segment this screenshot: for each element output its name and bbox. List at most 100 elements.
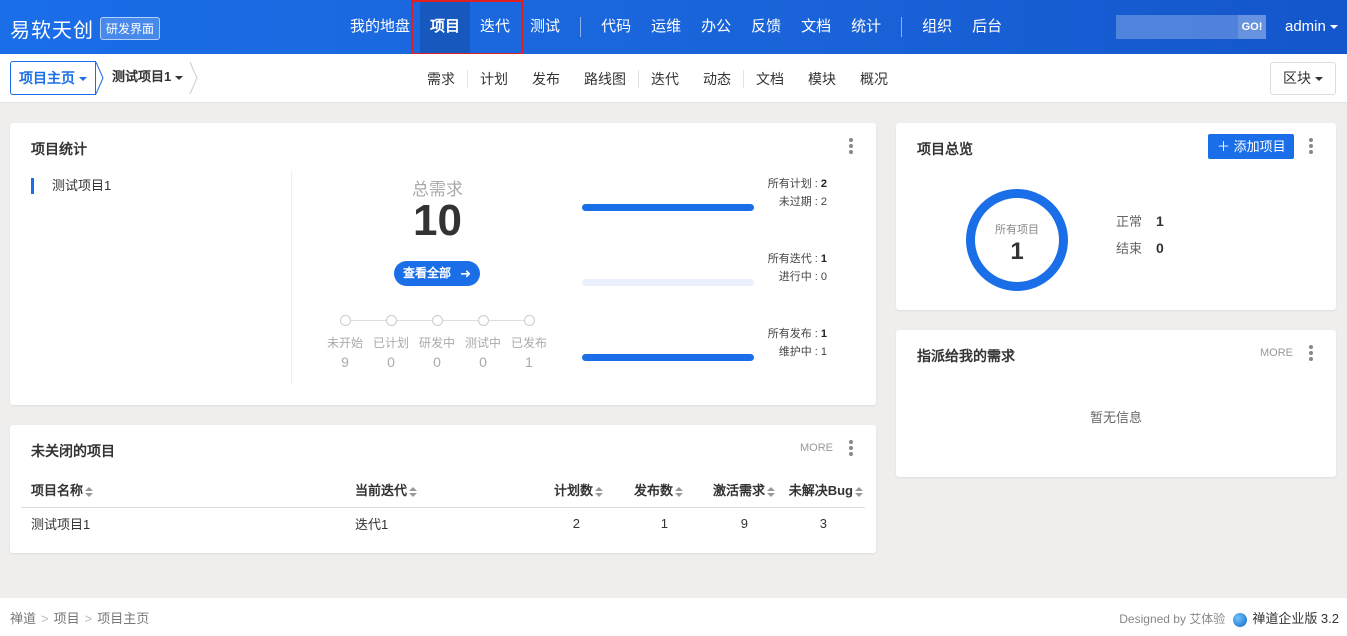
footer: 禅道 > 项目 > 项目主页 Designed by 艾体验 禅道企业版 3.2 [0,598,1347,636]
more-options-icon[interactable] [1309,138,1313,154]
crumb-separator: > [84,611,93,626]
product-version[interactable]: 禅道企业版 3.2 [1252,611,1339,626]
stage-testing: 测试中 0 [460,315,506,370]
status-label: 正常 [1116,214,1143,229]
subnav-roadmap[interactable]: 路线图 [572,69,638,89]
subnav-story[interactable]: 需求 [415,69,467,89]
more-options-icon[interactable] [849,440,853,456]
subnav-execution[interactable]: 迭代 [639,69,691,89]
project-list-item[interactable]: 测试项目1 [31,178,111,194]
info-value: 2 [820,178,827,190]
stage-developing: 研发中 0 [414,315,460,370]
stage-dot [477,315,489,326]
cell-plans: 2 [572,515,580,531]
nav-test[interactable]: 测试 [520,0,570,54]
info-label: 所有发布 : [767,328,821,340]
brand-badge: 研发界面 [100,17,161,40]
nav-feedback[interactable]: 反馈 [741,0,791,54]
designed-by[interactable]: Designed by 艾体验 [1119,612,1225,626]
column-header[interactable]: 发布数 [605,473,685,508]
info-value: 1 [820,253,827,265]
stage-label: 未开始 [326,336,363,350]
table-row[interactable]: 测试项目1 迭代1 2 1 9 3 [21,507,865,539]
nav-my[interactable]: 我的地盘 [340,0,420,54]
column-header[interactable]: 当前迭代 [355,473,525,508]
stage-dot [385,315,397,326]
add-project-label: 添加项目 [1233,139,1286,154]
cell-project-name[interactable]: 测试项目1 [21,507,355,539]
column-header[interactable]: 激活需求 [685,473,777,508]
cell-execution[interactable]: 迭代1 [355,507,525,539]
subnav-doc[interactable]: 文档 [744,69,796,89]
crumb-project-home-label: 项目主页 [19,70,75,86]
search-go-button[interactable]: GO! [1238,15,1266,39]
nav-doc[interactable]: 文档 [791,0,841,54]
nav-project[interactable]: 项目 [420,0,471,54]
nav-code[interactable]: 代码 [591,0,641,54]
progress-fill [582,354,754,361]
cell-releases: 1 [660,515,668,531]
panel-title: 指派给我的需求 [917,348,1015,364]
chevron-down-icon [1315,77,1323,82]
subnav-release[interactable]: 发布 [520,69,572,89]
crumb-separator: > [41,611,49,626]
globe-icon [1233,612,1248,627]
stage-planned: 已计划 0 [368,315,414,370]
stage-dot [431,315,443,326]
view-all-button[interactable]: 查看全部 ➜ [394,261,480,286]
info-label: 所有计划 : [767,178,821,190]
subnav-plan[interactable]: 计划 [468,69,520,89]
user-name: admin [1285,18,1326,35]
subnav-view[interactable]: 概况 [848,69,900,89]
breadcrumb-arrow-icon [189,62,198,94]
more-options-icon[interactable] [1309,345,1313,361]
footer-crumb-item[interactable]: 项目 [54,611,80,626]
stage-value: 0 [387,354,395,370]
subnav-module[interactable]: 模块 [796,69,848,89]
more-link[interactable]: MORE [800,442,833,454]
cell-open-bugs: 3 [819,515,827,531]
crumb-project-switcher[interactable]: 测试项目1 [104,61,192,95]
project-overview-panel: 项目总览 ＋ 添加项目 所有项目 1 正常 1 结束 0 [896,123,1336,310]
nav-report[interactable]: 统计 [841,0,891,54]
column-header[interactable]: 项目名称 [21,473,355,508]
stage-value: 9 [341,354,349,370]
sort-icon [767,486,775,497]
stage-dot [339,315,351,326]
add-project-button[interactable]: ＋ 添加项目 [1208,134,1294,159]
stage-label: 已发布 [510,336,547,350]
plus-icon: ＋ [1217,139,1231,154]
more-link[interactable]: MORE [1260,347,1293,359]
block-menu-label: 区块 [1283,70,1311,86]
stage-wait: 未开始 9 [322,315,368,370]
subnav-dynamic[interactable]: 动态 [691,69,743,89]
stage-released: 已发布 1 [506,315,552,370]
column-header[interactable]: 未解决Bug [777,473,865,508]
panel-title: 项目总览 [917,141,973,157]
nav-admin[interactable]: 后台 [962,0,1012,54]
project-sub-nav: 需求 计划 发布 路线图 迭代 动态 文档 模块 概况 [415,54,900,103]
nav-ops[interactable]: 运维 [641,0,691,54]
crumb-project-label: 测试项目1 [112,69,172,84]
status-normal: 正常 1 [1116,211,1164,230]
column-header[interactable]: 计划数 [525,473,605,508]
search-input[interactable] [1116,15,1238,39]
crumb-project-home[interactable]: 项目主页 [10,61,96,95]
execution-progress-bar [582,279,754,286]
nav-office[interactable]: 办公 [691,0,741,54]
info-value: 1 [820,328,827,340]
main-nav: 我的地盘 项目 迭代 测试 代码 运维 办公 反馈 文档 统计 组织 后台 [340,0,1012,54]
more-options-icon[interactable] [849,138,853,154]
block-menu-button[interactable]: 区块 [1270,62,1336,95]
nav-execution[interactable]: 迭代 [470,0,520,54]
footer-crumb-item[interactable]: 禅道 [10,611,36,626]
footer-crumb-item[interactable]: 项目主页 [97,611,149,626]
stage-dot [523,315,535,326]
user-menu[interactable]: admin [1285,18,1338,35]
stage-value: 0 [479,354,487,370]
view-all-label: 查看全部 [403,266,452,280]
donut-value: 1 [1010,238,1024,265]
brand-logo[interactable]: 易软天创 [10,14,94,43]
nav-divider [901,17,903,37]
nav-company[interactable]: 组织 [912,0,962,54]
